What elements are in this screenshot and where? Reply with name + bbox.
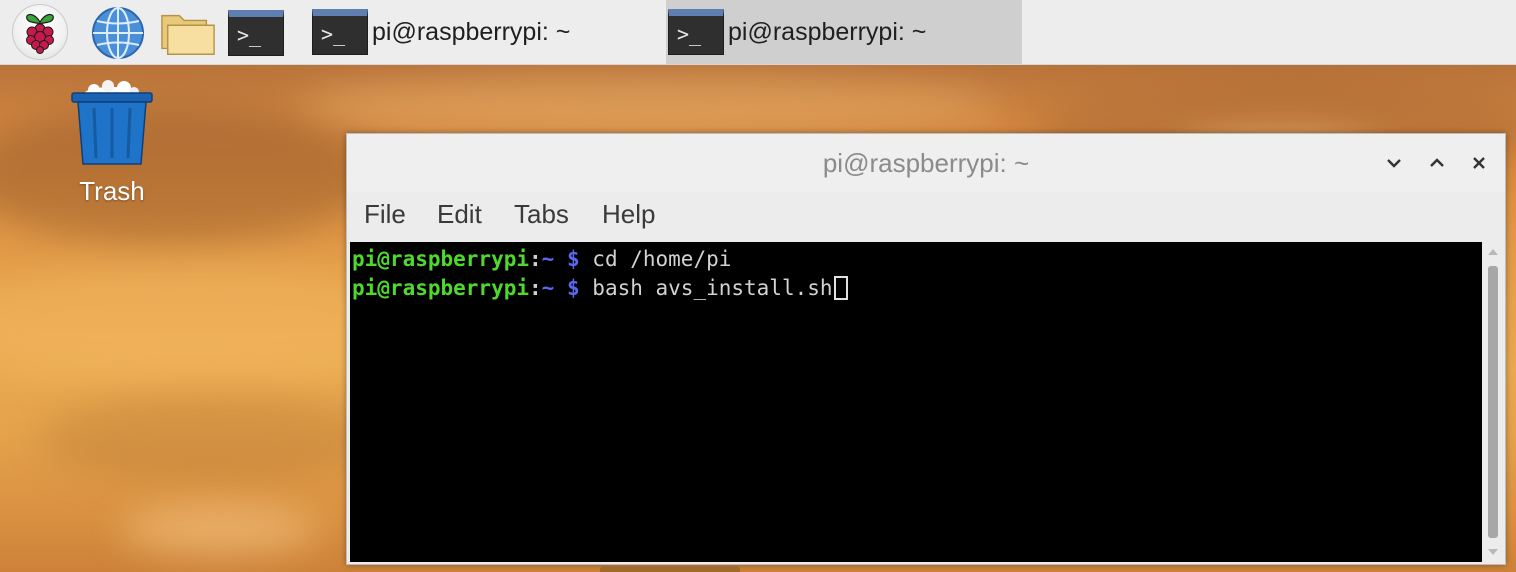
desktop-icon-trash[interactable]: Trash: [52, 80, 172, 210]
terminal-icon: >_: [312, 9, 368, 55]
file-manager-launcher[interactable]: [160, 6, 216, 60]
globe-icon: [92, 7, 144, 59]
prompt-dollar: $: [566, 276, 580, 300]
terminal-icon: >_: [228, 10, 284, 56]
close-button[interactable]: [1464, 148, 1494, 178]
task-button-label: pi@raspberrypi: ~: [372, 17, 571, 46]
background-cloud: [120, 504, 320, 554]
web-browser-launcher[interactable]: [90, 6, 146, 60]
window-menubar: File Edit Tabs Help: [347, 192, 1505, 242]
taskbar: >_ >_ pi@raspberrypi: ~ >_ pi@raspberryp…: [0, 0, 1516, 65]
window-title: pi@raspberrypi: ~: [822, 148, 1030, 178]
menu-file[interactable]: File: [364, 192, 406, 236]
window-titlebar[interactable]: pi@raspberrypi: ~: [347, 134, 1505, 192]
applications-menu-button[interactable]: [12, 4, 68, 60]
task-button-terminal-1[interactable]: >_ pi@raspberrypi: ~: [310, 0, 660, 64]
trash-icon: [71, 80, 153, 165]
trash-label: Trash: [79, 176, 145, 206]
raspberry-pi-logo-icon: [26, 13, 54, 54]
scroll-up-button[interactable]: [1486, 245, 1500, 259]
terminal-line: pi@raspberrypi:~ $ bash avs_install.sh: [352, 274, 1482, 303]
chevron-down-icon: [1387, 159, 1401, 168]
terminal-scrollbar[interactable]: [1483, 242, 1503, 562]
menu-tabs[interactable]: Tabs: [514, 192, 569, 236]
terminal-command: cd /home/pi: [592, 247, 732, 271]
arrow-down-icon: [1488, 549, 1498, 555]
terminal-launcher[interactable]: >_: [228, 6, 284, 60]
maximize-button[interactable]: [1422, 148, 1452, 178]
menu-help[interactable]: Help: [602, 192, 655, 236]
scrollbar-thumb[interactable]: [1488, 266, 1498, 538]
background-cloud: [40, 394, 380, 484]
terminal-line: pi@raspberrypi:~ $ cd /home/pi: [352, 245, 1482, 274]
close-icon: [1473, 157, 1485, 169]
prompt-user: pi@raspberrypi: [352, 276, 530, 300]
scroll-down-button[interactable]: [1486, 545, 1500, 559]
prompt-path: ~: [541, 247, 555, 271]
prompt-path: ~: [541, 276, 555, 300]
arrow-up-icon: [1488, 249, 1498, 255]
task-button-terminal-2[interactable]: >_ pi@raspberrypi: ~: [666, 0, 1022, 64]
prompt-user: pi@raspberrypi: [352, 247, 530, 271]
minimize-button[interactable]: [1379, 148, 1409, 178]
text-cursor: [833, 276, 848, 300]
folder-icon: [161, 14, 215, 55]
terminal-output[interactable]: pi@raspberrypi:~ $ cd /home/pi pi@raspbe…: [350, 242, 1482, 562]
background-detail: [600, 566, 740, 572]
chevron-up-icon: [1430, 158, 1444, 167]
menu-edit[interactable]: Edit: [437, 192, 482, 236]
background-cloud: [300, 74, 1000, 134]
prompt-colon: :: [529, 247, 542, 271]
task-button-label: pi@raspberrypi: ~: [728, 17, 927, 46]
prompt-dollar: $: [566, 247, 580, 271]
prompt-colon: :: [529, 276, 542, 300]
terminal-window: pi@raspberrypi: ~ File Edit Tabs Help pi…: [346, 133, 1506, 565]
terminal-icon: >_: [668, 9, 724, 55]
terminal-command: bash avs_install.sh: [592, 276, 833, 300]
